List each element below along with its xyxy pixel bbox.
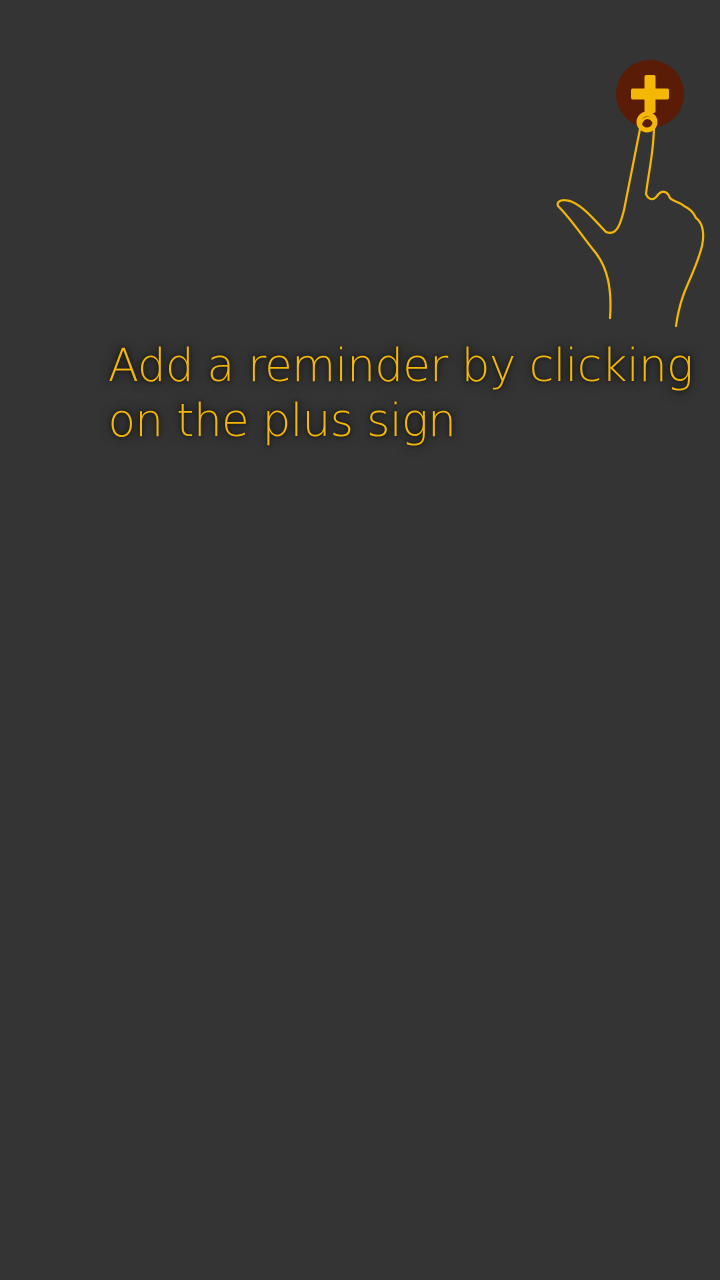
hint-line-1: Add a reminder by clicking (108, 339, 694, 392)
tutorial-hint-text: Add a reminder by clicking on the plus s… (108, 338, 708, 448)
pointing-hand-icon (556, 111, 705, 328)
tutorial-overlay-screen: Add a reminder by clicking on the plus s… (0, 0, 720, 1280)
hint-line-2: on the plus sign (108, 394, 456, 447)
